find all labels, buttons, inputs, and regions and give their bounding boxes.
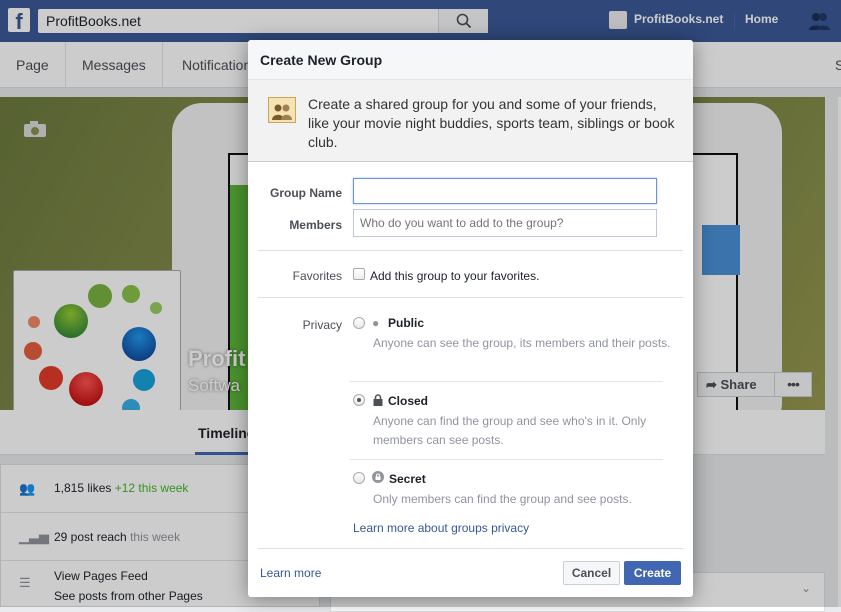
divider bbox=[258, 548, 683, 549]
favorites-label: Favorites bbox=[292, 269, 342, 283]
favorites-text: Add this group to your favorites. bbox=[370, 269, 540, 283]
privacy-closed-desc: Anyone can find the group and see who's … bbox=[373, 414, 647, 447]
lock-icon bbox=[373, 394, 383, 406]
create-group-dialog: Create New Group Create a shared group f… bbox=[248, 40, 693, 597]
create-button[interactable]: Create bbox=[624, 561, 681, 585]
privacy-secret-label[interactable]: Secret bbox=[389, 472, 426, 486]
divider bbox=[350, 459, 663, 460]
dialog-title: Create New Group bbox=[248, 40, 693, 80]
divider bbox=[258, 250, 683, 251]
intro-text: Create a shared group for you and some o… bbox=[308, 96, 675, 150]
dialog-intro: Create a shared group for you and some o… bbox=[248, 80, 693, 162]
globe-icon: ● bbox=[372, 316, 380, 330]
favorites-checkbox[interactable] bbox=[353, 268, 365, 280]
learn-more-link[interactable]: Learn more bbox=[260, 566, 321, 580]
group-name-input[interactable] bbox=[353, 178, 657, 204]
privacy-label: Privacy bbox=[302, 318, 342, 332]
privacy-public-radio[interactable] bbox=[353, 317, 365, 329]
privacy-public-label[interactable]: Public bbox=[388, 316, 424, 330]
group-name-label: Group Name bbox=[269, 186, 342, 200]
privacy-secret-radio[interactable] bbox=[353, 472, 365, 484]
privacy-secret-desc: Only members can find the group and see … bbox=[373, 492, 632, 506]
members-input[interactable] bbox=[353, 209, 657, 237]
group-icon bbox=[268, 97, 296, 123]
privacy-closed-radio[interactable] bbox=[353, 394, 365, 406]
groups-privacy-link[interactable]: Learn more about groups privacy bbox=[353, 521, 529, 535]
cancel-button[interactable]: Cancel bbox=[563, 561, 620, 585]
divider bbox=[350, 381, 663, 382]
privacy-public-desc: Anyone can see the group, its members an… bbox=[373, 336, 671, 350]
divider bbox=[258, 297, 683, 298]
secret-lock-icon bbox=[372, 471, 384, 483]
members-label: Members bbox=[289, 218, 342, 232]
privacy-closed-label[interactable]: Closed bbox=[388, 394, 428, 408]
